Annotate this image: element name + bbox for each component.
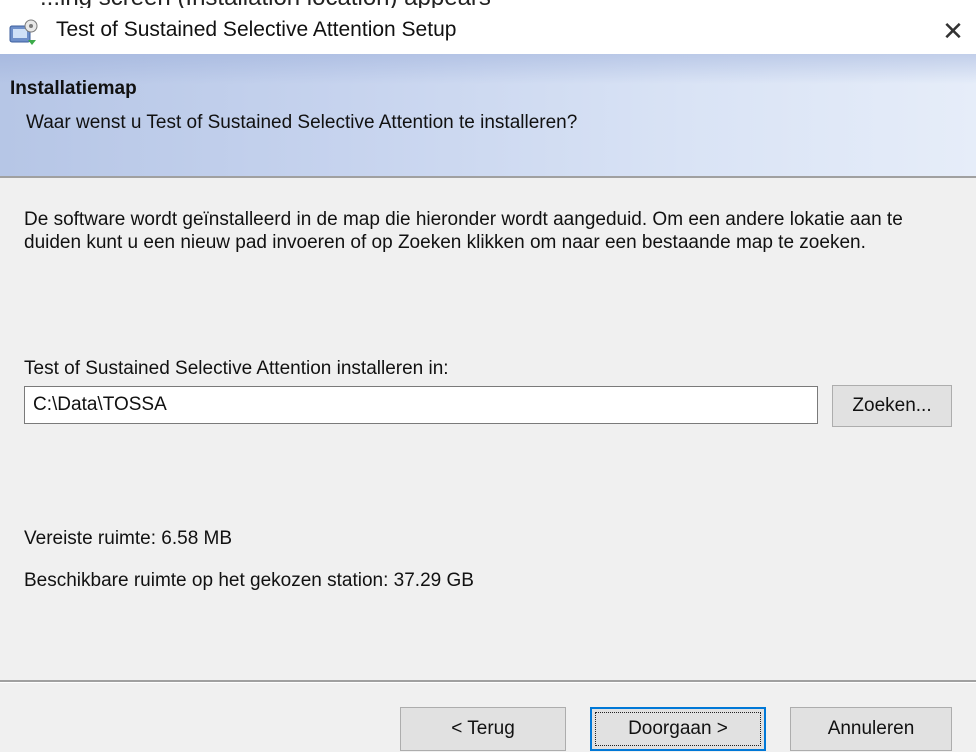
header-banner: Installatiemap Waar wenst u Test of Sust…	[0, 54, 976, 176]
back-button[interactable]: < Terug	[400, 707, 566, 751]
close-icon: ✕	[942, 16, 964, 46]
setup-installer-icon	[8, 18, 40, 46]
window-title: Test of Sustained Selective Attention Se…	[56, 18, 457, 41]
next-button-label: Doorgaan >	[628, 718, 728, 739]
page-subtitle: Waar wenst u Test of Sustained Selective…	[26, 112, 578, 133]
cancel-button[interactable]: Annuleren	[790, 707, 952, 751]
dialog-body: De software wordt geïnstalleerd in de ma…	[0, 178, 976, 680]
title-bar: Test of Sustained Selective Attention Se…	[0, 8, 976, 54]
required-space-text: Vereiste ruimte: 6.58 MB	[24, 528, 233, 549]
dialog-footer: < Terug Doorgaan > Annuleren	[0, 683, 976, 752]
browse-button[interactable]: Zoeken...	[832, 385, 952, 427]
install-path-input[interactable]	[24, 386, 818, 424]
install-location-label: Test of Sustained Selective Attention in…	[24, 358, 449, 379]
description-text: De software wordt geïnstalleerd in de ma…	[24, 209, 903, 253]
page-title: Installatiemap	[10, 78, 137, 99]
close-button[interactable]: ✕	[930, 14, 976, 50]
next-button[interactable]: Doorgaan >	[590, 707, 766, 751]
available-space-text: Beschikbare ruimte op het gekozen statio…	[24, 570, 474, 591]
